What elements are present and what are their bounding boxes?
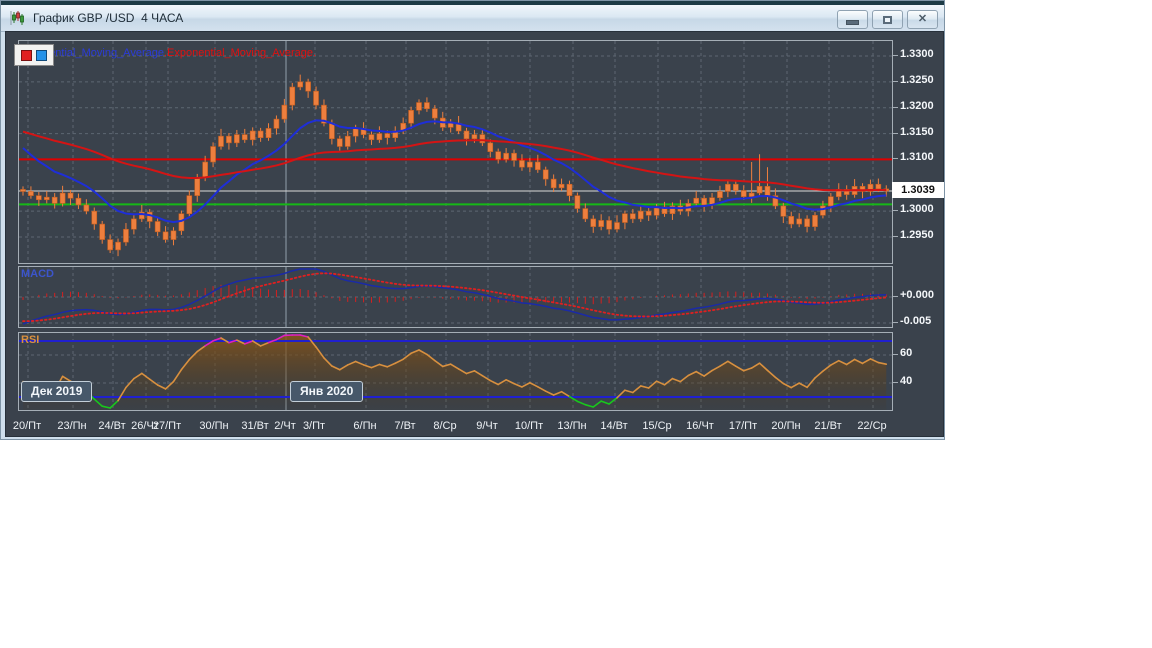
date-axis-tick: 21/Вт [814, 420, 842, 432]
date-axis-tick: 17/Пт [728, 420, 758, 432]
close-button[interactable]: ✕ [907, 10, 938, 29]
price-axis-tick: 1.3100 [900, 151, 934, 164]
maximize-button[interactable] [872, 10, 903, 29]
month-badge-dec-2019: Дек 2019 [21, 381, 93, 402]
rsi-axis-tick: 40 [900, 375, 913, 387]
macd-axis-tickmark [892, 296, 898, 297]
minimize-button[interactable] [837, 10, 868, 29]
price-pane[interactable] [18, 40, 893, 264]
price-axis-tick: 1.3300 [900, 47, 934, 60]
blue-indicator-swatch[interactable] [36, 49, 47, 61]
macd-axis-tick: -0.005 [900, 315, 932, 327]
price-axis-tick: 1.2950 [900, 228, 934, 241]
red-indicator-swatch[interactable] [21, 49, 32, 61]
date-axis-tick: 8/Ср [433, 420, 457, 432]
date-axis-tick: 27/Пт [152, 420, 182, 432]
rsi-pane[interactable] [18, 332, 893, 411]
date-axis-tick: 15/Ср [642, 420, 672, 432]
indicator-swatches[interactable] [14, 44, 54, 66]
price-axis-tickmark [892, 132, 898, 134]
price-axis-tickmark [892, 158, 898, 160]
date-axis-tick: 16/Чт [686, 420, 714, 432]
rsi-axis-tick: 60 [900, 346, 913, 359]
price-axis-tickmark [892, 80, 898, 82]
window-controls: ✕ [837, 10, 938, 29]
date-axis-tick: 20/Пн [771, 420, 801, 432]
month-badge-jan-2020: Янв 2020 [290, 381, 364, 402]
maximize-icon [883, 15, 892, 24]
macd-axis-tickmark [892, 322, 898, 323]
chart-window: График GBP /USD 4 ЧАСА ✕ Exponential_Mov… [0, 0, 945, 440]
macd-axis-tick: +0.000 [900, 289, 934, 301]
rsi-axis-tickmark [892, 353, 898, 355]
price-axis-tickmark [892, 54, 898, 56]
date-axis-tick: 9/Чт [476, 420, 498, 432]
current-price-label: 1.3039 [892, 182, 944, 198]
price-axis-tickmark [892, 210, 898, 212]
window-title: График GBP /USD 4 ЧАСА [33, 11, 184, 25]
minimize-icon [846, 20, 859, 25]
date-axis-tick: 30/Пн [199, 420, 229, 432]
price-axis-tick: 1.3250 [900, 73, 934, 86]
indicator-legend: Exponential_Moving_Average.Exponential_M… [18, 47, 316, 59]
price-axis-tick: 1.3000 [900, 203, 934, 216]
legend-ema-red: .Exponential_Moving_Average. [163, 47, 317, 59]
title-bar[interactable]: График GBP /USD 4 ЧАСА ✕ [1, 5, 944, 32]
date-axis-tick: 3/Пт [302, 420, 326, 432]
price-axis-tick: 1.3150 [900, 125, 934, 138]
macd-indicator-label: MACD [21, 268, 54, 280]
date-axis-tick: 13/Пн [557, 420, 587, 432]
date-axis-tick: 10/Пт [514, 420, 544, 432]
rsi-axis-tickmark [892, 382, 898, 383]
date-axis-tick: 14/Вт [600, 420, 628, 432]
date-axis-tick: 22/Ср [857, 420, 887, 432]
price-axis-tickmark [892, 235, 898, 237]
rsi-indicator-label: RSI [21, 334, 40, 346]
candlestick-chart-icon [10, 11, 24, 25]
price-axis-tickmark [892, 106, 898, 108]
close-icon: ✕ [917, 13, 928, 25]
chart-client-area: Exponential_Moving_Average.Exponential_M… [5, 31, 944, 437]
macd-pane[interactable] [18, 266, 893, 328]
date-axis-tick: 20/Пт [12, 420, 42, 432]
price-axis-tick: 1.3200 [900, 99, 934, 112]
